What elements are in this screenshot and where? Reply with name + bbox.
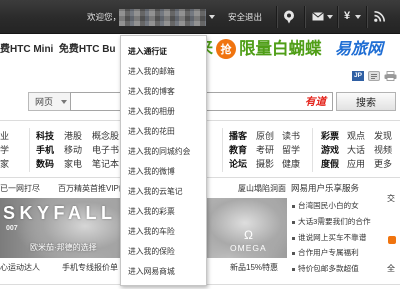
search-engine-select[interactable]: 网页 xyxy=(28,92,71,111)
nav-link[interactable]: 度假 xyxy=(321,159,339,169)
divider xyxy=(337,6,338,28)
chevron-down-icon[interactable] xyxy=(355,15,361,19)
nav-link[interactable]: 数码 xyxy=(36,159,54,169)
divider xyxy=(29,128,30,172)
promo-text: 限量白蝴蝶 xyxy=(239,40,322,58)
nav-link[interactable]: 更多 xyxy=(374,159,392,169)
menu-item-album[interactable]: 进入我的相册 xyxy=(121,102,206,122)
chevron-down-icon[interactable] xyxy=(209,15,215,19)
menu-item-blog[interactable]: 进入我的博客 xyxy=(121,82,206,102)
logout-link[interactable]: 安全退出 xyxy=(228,12,262,22)
headline-link[interactable]: 已一网打尽 xyxy=(0,184,40,194)
bottom-link[interactable]: 手机专线报价单 xyxy=(62,263,118,273)
youdao-logo: 有道 xyxy=(305,96,326,108)
menu-item-mail[interactable]: 进入我的邮箱 xyxy=(121,62,206,82)
nav-link[interactable]: 移动 xyxy=(64,145,82,155)
nav-link[interactable]: 论坛 xyxy=(229,159,247,169)
butterfly-promo[interactable]: 来 抢 限量白蝴蝶 xyxy=(197,39,322,59)
nav-link[interactable]: 游戏 xyxy=(321,145,339,155)
edge-link[interactable]: 全 xyxy=(387,264,395,274)
nav-link[interactable]: 原创 xyxy=(256,131,274,141)
list-item[interactable]: 谁说网上买车不靠谱 xyxy=(298,233,366,243)
ad-slogan: 欧米茄·邦德的选择 xyxy=(30,243,97,252)
nav-link[interactable]: 业 xyxy=(0,131,9,141)
nav-link[interactable]: 留学 xyxy=(282,145,300,155)
list-item[interactable]: 合作用户专属福利 xyxy=(298,248,359,258)
service-list-title[interactable]: 网易用户乐享服务 xyxy=(291,183,359,193)
nav-link[interactable]: 手机 xyxy=(36,145,54,155)
divider xyxy=(366,6,367,28)
chevron-down-icon[interactable] xyxy=(327,15,333,19)
divider xyxy=(304,6,305,28)
list-item[interactable]: 大话3需要我们的合作 xyxy=(298,217,371,227)
nav-link[interactable]: 大话 xyxy=(347,145,365,155)
nav-link[interactable]: 笔记本 xyxy=(92,159,119,169)
nav-link[interactable]: 彩票 xyxy=(321,131,339,141)
nav-link[interactable]: 家电 xyxy=(64,159,82,169)
chevron-down-icon xyxy=(61,100,67,104)
menu-item-huatian[interactable]: 进入我的花田 xyxy=(121,122,206,142)
nav-link[interactable]: 播客 xyxy=(229,131,247,141)
nav-link[interactable]: 家 xyxy=(0,159,9,169)
nav-link[interactable]: 港股 xyxy=(64,131,82,141)
account-dropdown-menu: 进入通行证 进入我的邮箱 进入我的博客 进入我的相册 进入我的花田 进入我的同城… xyxy=(120,35,207,286)
divider xyxy=(276,6,277,28)
top-bar: 欢迎您， 安全退出 ¥ xyxy=(0,0,400,34)
nav-link[interactable]: 考研 xyxy=(256,145,274,155)
welcome-text: 欢迎您， xyxy=(87,12,122,22)
nav-link[interactable]: 发现 xyxy=(374,131,392,141)
bottom-link[interactable]: 新品15%特惠 xyxy=(230,263,278,273)
nav-link[interactable]: 电子书 xyxy=(92,145,119,155)
nav-link[interactable]: 观点 xyxy=(347,131,365,141)
menu-item-weibo[interactable]: 进入我的微博 xyxy=(121,162,206,182)
nav-link[interactable]: 学 xyxy=(0,145,9,155)
menu-item-insurance[interactable]: 进入我的保险 xyxy=(121,242,206,262)
htc-ad-text[interactable]: 费HTC Mini 免费HTC Bu xyxy=(0,44,116,56)
nav-link[interactable]: 科技 xyxy=(36,131,54,141)
menu-item-cloud-note[interactable]: 进入我的云笔记 xyxy=(121,182,206,202)
bullet-icon xyxy=(292,237,295,240)
bullet-icon xyxy=(292,205,295,208)
list-item[interactable]: 台湾国民小白的女 xyxy=(298,201,359,211)
message-balloon-icon[interactable] xyxy=(283,10,295,26)
ad-title: SKYFALL xyxy=(3,203,117,223)
bullet-icon xyxy=(292,221,295,224)
menu-icon[interactable] xyxy=(368,71,380,83)
menu-item-car-insurance[interactable]: 进入我的车险 xyxy=(121,222,206,242)
edge-link[interactable]: 交 xyxy=(387,194,395,204)
menu-item-mall[interactable]: 进入网易商城 xyxy=(121,262,206,282)
nav-link[interactable]: 健康 xyxy=(282,159,300,169)
username-redacted[interactable] xyxy=(119,9,206,26)
search-engine-label: 网页 xyxy=(35,97,54,107)
nav-link[interactable]: 概念股 xyxy=(92,131,119,141)
menu-item-local-dating[interactable]: 进入我的同城约会 xyxy=(121,142,206,162)
list-item[interactable]: 特价包邮多款超值 xyxy=(298,264,359,274)
ad-tag: 007 xyxy=(6,225,18,232)
menu-item-passport[interactable]: 进入通行证 xyxy=(121,42,206,62)
bottom-link[interactable]: 心运动达人 xyxy=(0,263,40,273)
nav-link[interactable]: 摄影 xyxy=(256,159,274,169)
omega-symbol-icon: Ω xyxy=(244,228,253,242)
rss-icon[interactable] xyxy=(374,11,385,24)
yen-icon[interactable]: ¥ xyxy=(344,10,350,23)
promo-icon[interactable] xyxy=(388,236,396,244)
travel-logo[interactable]: 易旅网 xyxy=(335,40,383,60)
bullet-icon xyxy=(292,268,295,271)
printer-icon[interactable] xyxy=(384,71,397,83)
grab-badge: 抢 xyxy=(216,39,237,59)
divider xyxy=(312,128,313,172)
nav-link[interactable]: 读书 xyxy=(282,131,300,141)
headline-link[interactable]: 百万精英首推VIP邮 xyxy=(58,184,127,194)
divider xyxy=(222,128,223,172)
omega-logo: OMEGA xyxy=(230,243,267,253)
jp-badge[interactable]: JP xyxy=(352,71,364,81)
search-button[interactable]: 搜索 xyxy=(336,92,396,111)
menu-item-lottery[interactable]: 进入我的彩票 xyxy=(121,202,206,222)
nav-link[interactable]: 应用 xyxy=(347,159,365,169)
nav-link[interactable]: 视频 xyxy=(374,145,392,155)
nav-link[interactable]: 教育 xyxy=(229,145,247,155)
bullet-icon xyxy=(292,252,295,255)
mail-icon[interactable] xyxy=(312,12,324,23)
headline-link[interactable]: 厦山塌陷洞面 xyxy=(238,184,286,194)
